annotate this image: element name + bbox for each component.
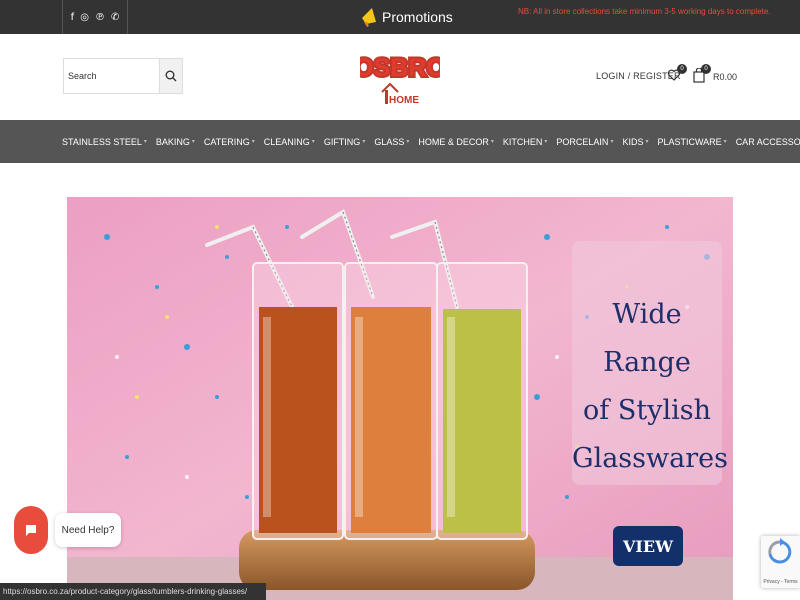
- nav-item-glass[interactable]: GLASS ▾: [374, 137, 409, 147]
- nav-label: GLASS: [374, 136, 405, 147]
- need-help-bubble[interactable]: Need Help?: [55, 513, 121, 547]
- nav-item-home-decor[interactable]: HOME & DECOR ▾: [418, 137, 494, 147]
- chevron-down-icon: ▾: [143, 139, 147, 145]
- nav-item-cleaning[interactable]: CLEANING ▾: [264, 137, 315, 147]
- chevron-down-icon: ▾: [544, 139, 548, 145]
- nav-label: STAINLESS STEEL: [62, 136, 142, 147]
- nav-item-catering[interactable]: CATERING ▾: [204, 137, 255, 147]
- nav-item-plasticware[interactable]: PLASTICWARE ▾: [657, 137, 726, 147]
- promotions-link[interactable]: Promotions: [360, 4, 453, 30]
- whatsapp-icon[interactable]: ✆: [111, 12, 119, 23]
- search-input[interactable]: [64, 59, 159, 93]
- megaphone-icon: [362, 8, 376, 27]
- nav-label: PLASTICWARE: [657, 136, 722, 147]
- cart-count: 0: [701, 64, 711, 74]
- site-header: OSBRO OSBRO HOME LOGIN / REGISTER 0 0 R0…: [0, 34, 800, 120]
- chevron-down-icon: ▾: [251, 139, 255, 145]
- nav-label: PORCELAIN: [556, 136, 609, 147]
- top-bar: f ◎ ℗ ✆ Promotions NB: All in store coll…: [0, 0, 800, 34]
- nav-item-gifting[interactable]: GIFTING ▾: [324, 137, 366, 147]
- search-form: [63, 58, 183, 94]
- view-button[interactable]: VIEW: [613, 526, 683, 566]
- headline-line-2: of Stylish: [583, 395, 711, 426]
- logo-wordmark: OSBRO: [360, 54, 440, 82]
- nav-item-stainless-steel[interactable]: STAINLESS STEEL ▾: [62, 137, 147, 147]
- search-button[interactable]: [159, 59, 182, 93]
- nav-label: KIDS: [622, 136, 644, 147]
- chat-help-button[interactable]: [14, 506, 48, 554]
- site-logo[interactable]: OSBRO OSBRO HOME: [352, 48, 448, 106]
- nav-label: CATERING: [203, 136, 250, 147]
- recaptcha-links[interactable]: Privacy - Terms: [761, 579, 800, 585]
- nav-label: GIFTING: [323, 136, 361, 147]
- chevron-down-icon: ▾: [406, 139, 410, 145]
- wishlist-button[interactable]: 0: [667, 64, 687, 87]
- collection-notice: NB: All in store collections take minimu…: [518, 7, 771, 16]
- headline-line-3: Glasswares: [572, 443, 728, 474]
- chevron-down-icon: ▾: [645, 139, 649, 145]
- nav-item-baking[interactable]: BAKING ▾: [156, 137, 195, 147]
- recaptcha-badge[interactable]: Privacy - Terms: [761, 536, 800, 588]
- nav-item-car-accessories[interactable]: CAR ACCESSORIES: [736, 137, 800, 147]
- logo-roof: [381, 82, 399, 93]
- nav-label: CLEANING: [263, 136, 310, 147]
- chevron-down-icon: ▾: [311, 139, 315, 145]
- nav-label: KITCHEN: [502, 136, 543, 147]
- chat-icon: [26, 525, 36, 536]
- recaptcha-icon: [768, 538, 792, 564]
- cart-button[interactable]: 0: [693, 64, 711, 88]
- nav-item-porcelain[interactable]: PORCELAIN ▾: [556, 137, 613, 147]
- social-links: f ◎ ℗ ✆: [62, 0, 128, 34]
- chevron-down-icon: ▾: [362, 139, 366, 145]
- pinterest-icon[interactable]: ℗: [95, 12, 105, 23]
- headline-line-1: Wide Range: [603, 299, 691, 378]
- nav-label: BAKING: [155, 136, 190, 147]
- chevron-down-icon: ▾: [723, 139, 727, 145]
- logo-subtext: HOME: [389, 95, 419, 106]
- link-status-bar: https://osbro.co.za/product-category/gla…: [0, 583, 266, 600]
- chevron-down-icon: ▾: [610, 139, 614, 145]
- nav-label: HOME & DECOR: [418, 136, 489, 147]
- nav-label: CAR ACCESSORIES: [735, 136, 800, 147]
- search-icon: [165, 70, 177, 82]
- hero-banner[interactable]: Wide Range of Stylish Glasswares VIEW: [67, 197, 733, 600]
- banner-headline: Wide Range of Stylish Glasswares: [572, 291, 728, 483]
- chevron-down-icon: ▾: [490, 139, 494, 145]
- wishlist-count: 0: [677, 64, 687, 74]
- nav-item-kids[interactable]: KIDS ▾: [622, 137, 648, 147]
- facebook-icon[interactable]: f: [71, 12, 75, 23]
- main-nav: STAINLESS STEEL ▾ BAKING ▾ CATERING ▾ CLEAN…: [0, 120, 800, 163]
- cart-total[interactable]: R0.00: [713, 72, 737, 82]
- chevron-down-icon: ▾: [191, 139, 195, 145]
- instagram-icon[interactable]: ◎: [80, 12, 89, 23]
- nav-item-kitchen[interactable]: KITCHEN ▾: [503, 137, 548, 147]
- logo-chimney: [385, 90, 388, 104]
- promotions-label: Promotions: [382, 9, 453, 25]
